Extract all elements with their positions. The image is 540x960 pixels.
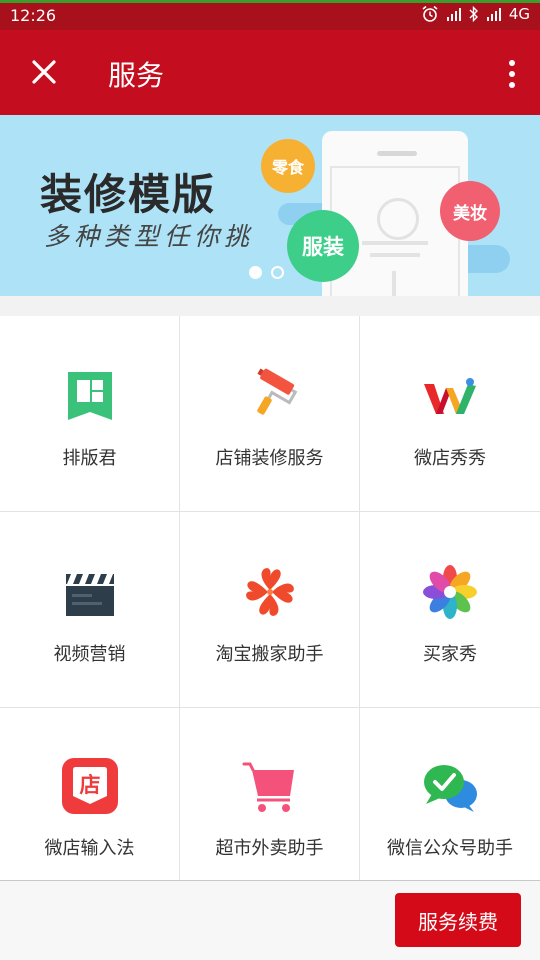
shopping-cart-icon [242,762,294,812]
close-button[interactable] [24,52,64,92]
layout-icon [67,372,112,420]
network-type: 4G [508,5,530,23]
bluetooth-icon [469,6,478,22]
banner-headline: 装修模版 [40,170,217,219]
promo-banner[interactable]: 装修模版 多种类型任你挑 零食 服装 美妆 [0,115,540,296]
renew-service-button[interactable]: 服务续费 [395,893,521,947]
service-label: 微信公众号助手 [387,838,513,859]
signal-icon-2 [486,7,501,21]
store-keyboard-icon: 店 [61,758,118,814]
status-time: 12:26 [10,6,57,25]
service-weidian-ime[interactable]: 店 微店输入法 [0,708,179,880]
service-label: 排版君 [62,448,117,469]
service-video-marketing[interactable]: 视频营销 [0,512,179,707]
status-icons: 4G [421,5,530,23]
more-dots-icon [509,60,515,66]
service-buyer-show[interactable]: 买家秀 [360,512,540,707]
pagination-dot[interactable] [271,266,284,279]
bottom-bar: 服务续费 [0,880,540,960]
status-accent-line [0,0,540,3]
service-taobao-migration[interactable]: 淘宝搬家助手 [180,512,359,707]
w-logo-icon [424,378,476,414]
close-icon [32,60,56,84]
pinwheel-icon [423,565,477,619]
service-label: 视频营销 [53,644,126,665]
service-label: 店铺装修服务 [215,448,324,469]
more-menu-button[interactable] [502,54,522,94]
svg-text:店: 店 [79,773,100,797]
service-label: 微店输入法 [44,838,135,859]
bubble-cosmetics: 美妆 [440,181,500,241]
service-layout-tool[interactable]: 排版君 [0,316,179,511]
service-label: 超市外卖助手 [215,838,324,859]
service-supermarket-delivery[interactable]: 超市外卖助手 [180,708,359,880]
clover-icon [245,568,294,616]
service-label: 买家秀 [423,644,477,665]
wechat-check-icon [424,765,477,812]
paint-roller-icon [256,368,297,415]
service-store-decoration[interactable]: 店铺装修服务 [180,316,359,511]
service-weidian-xiuxiu[interactable]: 微店秀秀 [360,316,540,511]
bubble-clothing: 服装 [287,210,359,282]
page-title: 服务 [108,59,165,92]
signal-icon [446,7,461,21]
service-label: 淘宝搬家助手 [215,644,324,665]
alarm-icon [422,5,438,22]
clapperboard-icon [65,574,114,616]
service-label: 微店秀秀 [414,448,486,469]
banner-pagination [249,266,284,279]
app-bar: 服务 [0,30,540,115]
bubble-snacks: 零食 [261,139,315,193]
services-grid: 排版君 店铺装修服务 微店秀秀 视频营销 淘宝搬家助手 买家秀 店 微店输入法 … [0,316,540,880]
banner-subline: 多种类型任你挑 [44,222,255,251]
status-bar: 12:26 4G [0,0,540,30]
service-wechat-official-account[interactable]: 微信公众号助手 [360,708,540,880]
pagination-dot-active[interactable] [249,266,262,279]
